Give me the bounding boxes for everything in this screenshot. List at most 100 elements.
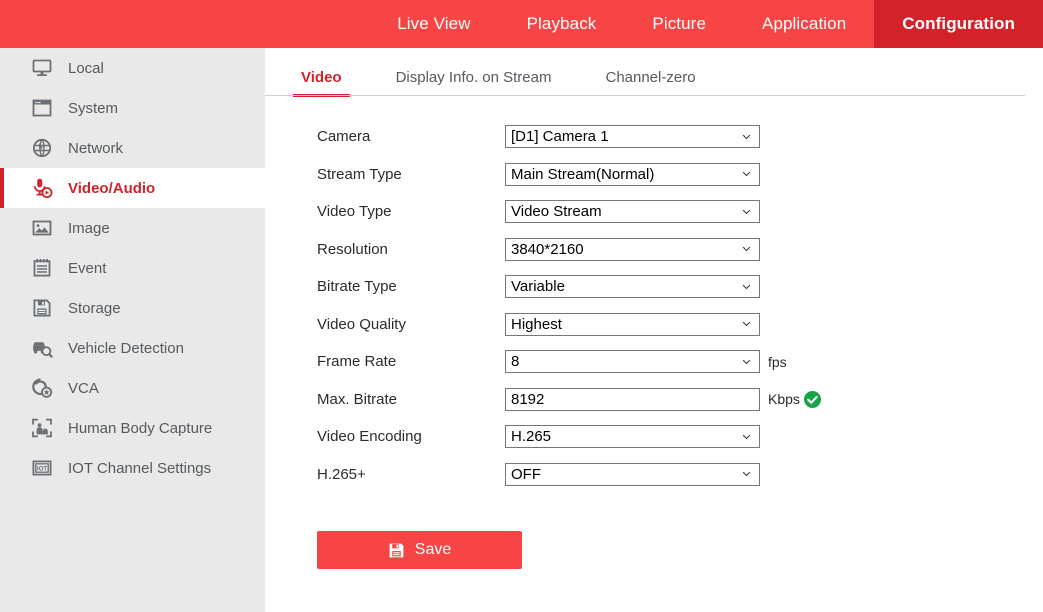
sub-tab-label: Video	[301, 69, 342, 86]
form-row-video-encoding: Video Encoding H.265	[317, 418, 1043, 456]
select-camera[interactable]: [D1] Camera 1	[505, 125, 760, 149]
select-bitrate-type[interactable]: Variable	[505, 275, 760, 299]
form-row-max-bitrate: Max. Bitrate 8192 Kbps	[317, 381, 1043, 419]
select-frame-rate[interactable]: 8	[505, 350, 760, 374]
sidebar-item-label: Human Body Capture	[68, 419, 213, 437]
field-value-stream-type: Main Stream(Normal)	[511, 166, 655, 182]
save-floppy-icon	[388, 542, 405, 559]
field-value-h-265: OFF	[511, 466, 541, 482]
select-stream-type[interactable]: Main Stream(Normal)	[505, 162, 760, 186]
iot-icon: IOT	[30, 456, 54, 480]
sub-tab-video[interactable]: Video	[293, 69, 350, 97]
form-row-bitrate-type: Bitrate Type Variable	[317, 268, 1043, 306]
select-video-encoding[interactable]: H.265	[505, 425, 760, 449]
sidebar-item-storage[interactable]: Storage	[0, 288, 265, 328]
field-value-frame-rate: 8	[511, 354, 520, 370]
sidebar-item-label: Image	[68, 219, 110, 237]
field-unit-frame-rate: fps	[768, 353, 787, 370]
form-row-h-265: H.265+ OFF	[317, 456, 1043, 494]
select-h-265[interactable]: OFF	[505, 462, 760, 486]
sidebar-navigation: Local System Network Video/Audio Image Event S…	[0, 48, 265, 612]
notepad-icon	[30, 256, 54, 280]
sidebar-item-system[interactable]: System	[0, 88, 265, 128]
nav-tab-configuration[interactable]: Configuration	[874, 0, 1043, 48]
nav-tab-picture[interactable]: Picture	[624, 0, 734, 48]
sub-tab-label: Display Info. on Stream	[395, 69, 552, 86]
field-label-camera: Camera	[317, 128, 371, 146]
main-content-panel: Video Display Info. on Stream Channel-zero…	[265, 48, 1043, 612]
sidebar-item-label: Video/Audio	[68, 179, 156, 197]
nav-tab-playback[interactable]: Playback	[499, 0, 625, 48]
field-label-frame-rate: Frame Rate	[317, 353, 397, 371]
picture-icon	[30, 216, 54, 240]
sidebar-item-label: Event	[68, 259, 107, 277]
input-max-bitrate[interactable]: 8192	[505, 387, 760, 411]
sidebar-item-local[interactable]: Local	[0, 48, 265, 88]
sidebar-item-label: Storage	[68, 299, 121, 317]
form-row-video-quality: Video Quality Highest	[317, 306, 1043, 344]
select-video-quality[interactable]: Highest	[505, 312, 760, 336]
form-row-camera: Camera [D1] Camera 1	[317, 118, 1043, 156]
sub-tab-channel-zero[interactable]: Channel-zero	[597, 69, 703, 96]
sidebar-item-vca[interactable]: VCA	[0, 368, 265, 408]
vca-icon	[30, 376, 54, 400]
sub-tab-display-info-on-stream[interactable]: Display Info. on Stream	[388, 69, 560, 96]
field-value-camera: [D1] Camera 1	[511, 129, 609, 145]
window-icon	[30, 96, 54, 120]
sidebar-item-label: Local	[68, 59, 104, 77]
save-button-label: Save	[414, 541, 452, 558]
nav-tab-application[interactable]: Application	[734, 0, 874, 48]
select-resolution[interactable]: 3840*2160	[505, 237, 760, 261]
sidebar-item-iot-channel-settings[interactable]: IOT IOT Channel Settings	[0, 448, 265, 488]
form-row-video-type: Video Type Video Stream	[317, 193, 1043, 231]
sidebar-item-video-audio[interactable]: Video/Audio	[0, 168, 265, 208]
field-value-video-type: Video Stream	[511, 204, 602, 220]
form-row-stream-type: Stream Type Main Stream(Normal)	[317, 156, 1043, 194]
nav-tab-label: Playback	[526, 14, 597, 33]
field-label-video-quality: Video Quality	[317, 315, 406, 333]
floppy-disk-icon	[30, 296, 54, 320]
save-button[interactable]: Save	[317, 531, 522, 569]
sidebar-item-network[interactable]: Network	[0, 128, 265, 168]
sidebar-item-image[interactable]: Image	[0, 208, 265, 248]
nav-tab-live-view[interactable]: Live View	[369, 0, 498, 48]
field-label-max-bitrate: Max. Bitrate	[317, 390, 398, 408]
video-settings-form: Camera [D1] Camera 1 Stream Type Main Strea…	[265, 96, 1043, 493]
field-label-stream-type: Stream Type	[317, 165, 402, 183]
monitor-icon	[30, 56, 54, 80]
sidebar-item-label: System	[68, 99, 119, 117]
top-navigation-bar: Live View Playback Picture Application Confi…	[0, 0, 1043, 48]
microphone-video-icon	[30, 176, 54, 200]
nav-tab-label: Live View	[397, 14, 471, 33]
sidebar-item-label: IOT Channel Settings	[68, 459, 212, 477]
save-button-container: Save	[265, 493, 1043, 569]
sub-tab-label: Channel-zero	[605, 69, 696, 86]
human-capture-icon	[30, 416, 54, 440]
sidebar-item-label: Network	[68, 139, 124, 157]
sidebar-item-vehicle-detection[interactable]: Vehicle Detection	[0, 328, 265, 368]
field-value-resolution: 3840*2160	[511, 241, 584, 257]
sidebar-item-human-body-capture[interactable]: Human Body Capture	[0, 408, 265, 448]
sidebar-item-label: Vehicle Detection	[68, 339, 184, 357]
nav-tab-label: Picture	[652, 14, 706, 33]
field-label-video-type: Video Type	[317, 203, 392, 221]
field-value-max-bitrate: 8192	[511, 391, 545, 407]
select-video-type[interactable]: Video Stream	[505, 200, 760, 224]
sidebar-item-event[interactable]: Event	[0, 248, 265, 288]
sidebar-item-label: VCA	[68, 379, 99, 397]
form-row-resolution: Resolution 3840*2160	[317, 231, 1043, 269]
form-row-frame-rate: Frame Rate 8 fps	[317, 343, 1043, 381]
svg-text:IOT: IOT	[37, 466, 48, 473]
field-unit-max-bitrate: Kbps	[768, 391, 800, 408]
valid-check-icon	[803, 390, 821, 408]
globe-icon	[30, 136, 54, 160]
vehicle-search-icon	[30, 336, 54, 360]
field-label-video-encoding: Video Encoding	[317, 428, 422, 446]
field-label-h-265: H.265+	[317, 465, 366, 483]
field-value-bitrate-type: Variable	[511, 279, 565, 295]
sub-tab-bar: Video Display Info. on Stream Channel-zero	[265, 48, 1043, 97]
field-label-resolution: Resolution	[317, 240, 388, 258]
field-label-bitrate-type: Bitrate Type	[317, 278, 397, 296]
nav-tab-label: Application	[762, 14, 847, 33]
nav-tab-label: Configuration	[902, 14, 1015, 33]
